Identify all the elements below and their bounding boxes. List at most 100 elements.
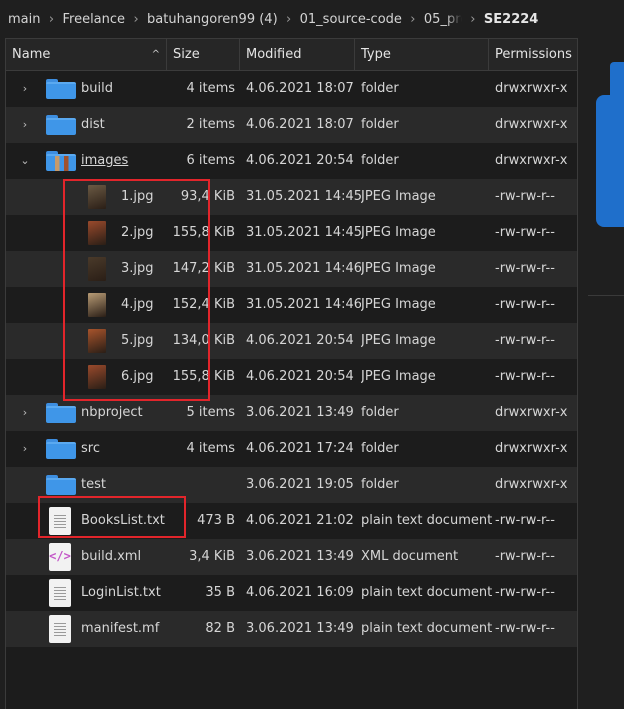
folder-icon [46, 439, 76, 459]
breadcrumb-item[interactable]: Freelance [62, 12, 125, 27]
image-folder-icon [46, 151, 76, 171]
cell-name[interactable]: images [81, 143, 167, 179]
column-header-name[interactable]: Name ^ [6, 39, 167, 71]
breadcrumb-separator-icon: › [286, 11, 292, 27]
cell-type: folder [361, 117, 399, 132]
column-header-row: Name ^ Size Modified Type Permissions [6, 39, 577, 71]
cell-modified: 3.06.2021 13:49 [246, 621, 354, 636]
cell-type: JPEG Image [361, 369, 436, 384]
cell-permissions: drwxrwxr-x [495, 81, 568, 96]
cell-name[interactable]: src [81, 431, 167, 467]
side-divider [588, 295, 624, 296]
cell-modified: 4.06.2021 16:09 [246, 585, 354, 600]
cell-size: 3,4 KiB [189, 549, 235, 564]
breadcrumb-separator-icon: › [470, 11, 476, 27]
cell-type: folder [361, 477, 399, 492]
table-row[interactable]: › dist 2 items 4.06.2021 18:07 folder drwxrwx… [6, 107, 577, 143]
cell-name[interactable]: build [81, 71, 167, 107]
table-row[interactable]: › build 4 items 4.06.2021 18:07 folder drwxrw… [6, 71, 577, 107]
side-window-panel [596, 95, 624, 227]
highlight-box-images [63, 179, 210, 401]
cell-permissions: -rw-rw-r-- [495, 369, 555, 384]
breadcrumb-item[interactable]: batuhangoren99 (4) [147, 12, 278, 27]
cell-modified: 4.06.2021 17:24 [246, 441, 354, 456]
cell-size: 35 B [205, 585, 235, 600]
cell-permissions: drwxrwxr-x [495, 405, 568, 420]
cell-type: folder [361, 405, 399, 420]
collapse-chevron-icon[interactable]: ⌄ [18, 143, 32, 179]
cell-name[interactable]: LoginList.txt [81, 575, 167, 611]
cell-name[interactable]: build.xml [81, 539, 167, 575]
breadcrumb-item[interactable]: main [8, 12, 40, 27]
breadcrumb-item[interactable]: 01_source-code [300, 12, 402, 27]
cell-name[interactable]: dist [81, 107, 167, 143]
cell-size: 4 items [186, 81, 235, 96]
cell-modified: 4.06.2021 20:54 [246, 153, 354, 168]
breadcrumb-separator-icon: › [48, 11, 55, 27]
cell-size: 82 B [205, 621, 235, 636]
cell-name[interactable]: manifest.mf [81, 611, 167, 647]
column-header-type[interactable]: Type [355, 39, 489, 71]
table-row[interactable]: ⌄ images 6 items 4.06.2021 20:54 folder drwxr… [6, 143, 577, 179]
cell-type: plain text document [361, 513, 493, 528]
expand-chevron-icon[interactable]: › [18, 431, 32, 467]
cell-type: JPEG Image [361, 261, 436, 276]
breadcrumb: main › Freelance › batuhangoren99 (4) › 01_sou… [0, 0, 586, 38]
column-header-size[interactable]: Size [167, 39, 240, 71]
cell-type: plain text document [361, 585, 493, 600]
cell-permissions: -rw-rw-r-- [495, 549, 555, 564]
cell-modified: 4.06.2021 20:54 [246, 333, 354, 348]
expand-chevron-icon[interactable]: › [18, 107, 32, 143]
cell-modified: 3.06.2021 13:49 [246, 549, 354, 564]
cell-type: JPEG Image [361, 297, 436, 312]
cell-type: JPEG Image [361, 225, 436, 240]
expand-chevron-icon[interactable]: › [18, 71, 32, 107]
folder-icon [46, 79, 76, 99]
table-row[interactable]: manifest.mf 82 B 3.06.2021 13:49 plain text… [6, 611, 577, 647]
folder-icon [46, 115, 76, 135]
breadcrumb-item[interactable]: 05_projec [424, 11, 462, 27]
cell-size: 2 items [186, 117, 235, 132]
cell-modified: 4.06.2021 20:54 [246, 369, 354, 384]
cell-type: plain text document [361, 621, 493, 636]
breadcrumb-item[interactable]: SE2224 [484, 12, 538, 27]
cell-type: folder [361, 153, 399, 168]
cell-modified: 31.05.2021 14:45 [246, 189, 361, 204]
cell-modified: 3.06.2021 13:49 [246, 405, 354, 420]
cell-type: folder [361, 441, 399, 456]
text-file-icon [49, 615, 71, 643]
cell-modified: 31.05.2021 14:46 [246, 297, 361, 312]
cell-modified: 4.06.2021 18:07 [246, 117, 354, 132]
cell-permissions: drwxrwxr-x [495, 441, 568, 456]
cell-permissions: -rw-rw-r-- [495, 621, 555, 636]
table-row[interactable]: › src 4 items 4.06.2021 17:24 folder drwxrwxr… [6, 431, 577, 467]
table-row[interactable]: </> build.xml 3,4 KiB 3.06.2021 13:49 XML do… [6, 539, 577, 575]
cell-modified: 4.06.2021 21:02 [246, 513, 354, 528]
cell-modified: 3.06.2021 19:05 [246, 477, 354, 492]
cell-size: 6 items [186, 153, 235, 168]
cell-type: folder [361, 81, 399, 96]
cell-permissions: -rw-rw-r-- [495, 261, 555, 276]
expand-chevron-icon[interactable]: › [18, 395, 32, 431]
cell-type: XML document [361, 549, 459, 564]
sort-ascending-icon: ^ [151, 49, 160, 60]
cell-permissions: -rw-rw-r-- [495, 513, 555, 528]
cell-permissions: -rw-rw-r-- [495, 189, 555, 204]
cell-permissions: drwxrwxr-x [495, 153, 568, 168]
cell-permissions: drwxrwxr-x [495, 477, 568, 492]
column-header-modified[interactable]: Modified [240, 39, 355, 71]
cell-permissions: -rw-rw-r-- [495, 225, 555, 240]
table-row[interactable]: LoginList.txt 35 B 4.06.2021 16:09 plain te… [6, 575, 577, 611]
column-header-permissions[interactable]: Permissions [489, 39, 577, 71]
xml-glyph: </> [49, 549, 71, 563]
breadcrumb-separator-icon: › [410, 11, 416, 27]
text-file-icon [49, 579, 71, 607]
cell-permissions: -rw-rw-r-- [495, 333, 555, 348]
folder-icon [46, 475, 76, 495]
cell-modified: 31.05.2021 14:45 [246, 225, 361, 240]
folder-icon [46, 403, 76, 423]
breadcrumb-separator-icon: › [133, 11, 139, 27]
cell-size: 4 items [186, 441, 235, 456]
cell-permissions: drwxrwxr-x [495, 117, 568, 132]
xml-file-icon: </> [49, 543, 71, 571]
